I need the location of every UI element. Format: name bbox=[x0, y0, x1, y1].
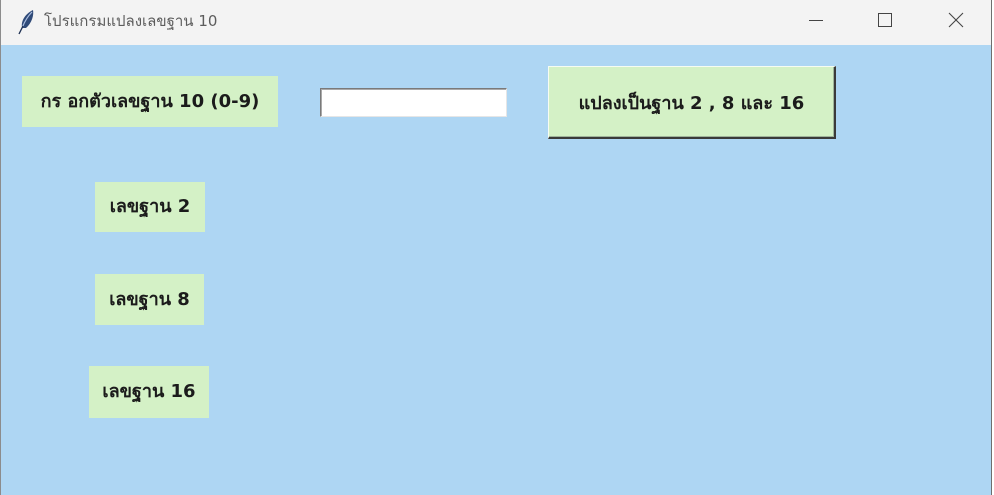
maximize-icon bbox=[877, 12, 893, 32]
minimize-icon bbox=[808, 12, 824, 32]
feather-icon bbox=[15, 9, 37, 35]
base16-result-label: เลขฐาน 16 bbox=[89, 366, 209, 418]
decimal-input-label: กร อกตัวเลขฐาน 10 (0-9) bbox=[22, 76, 278, 127]
window-title: โปรแกรมแปลงเลขฐาน 10 bbox=[44, 12, 218, 30]
base8-result-label: เลขฐาน 8 bbox=[95, 274, 204, 325]
app-window: โปรแกรมแปลงเลขฐาน 10 กร อกตัวเลขฐาน 10 (… bbox=[0, 0, 992, 495]
base2-result-label: เลขฐาน 2 bbox=[95, 182, 205, 232]
minimize-button[interactable] bbox=[781, 0, 851, 44]
close-icon bbox=[948, 12, 964, 32]
convert-button[interactable]: แปลงเป็นฐาน 2 , 8 และ 16 bbox=[548, 66, 836, 139]
title-bar[interactable]: โปรแกรมแปลงเลขฐาน 10 bbox=[1, 0, 991, 45]
client-area: กร อกตัวเลขฐาน 10 (0-9) แปลงเป็นฐาน 2 , … bbox=[1, 45, 991, 495]
decimal-input-field[interactable] bbox=[320, 88, 507, 117]
maximize-button[interactable] bbox=[850, 0, 920, 44]
close-button[interactable] bbox=[921, 0, 991, 44]
